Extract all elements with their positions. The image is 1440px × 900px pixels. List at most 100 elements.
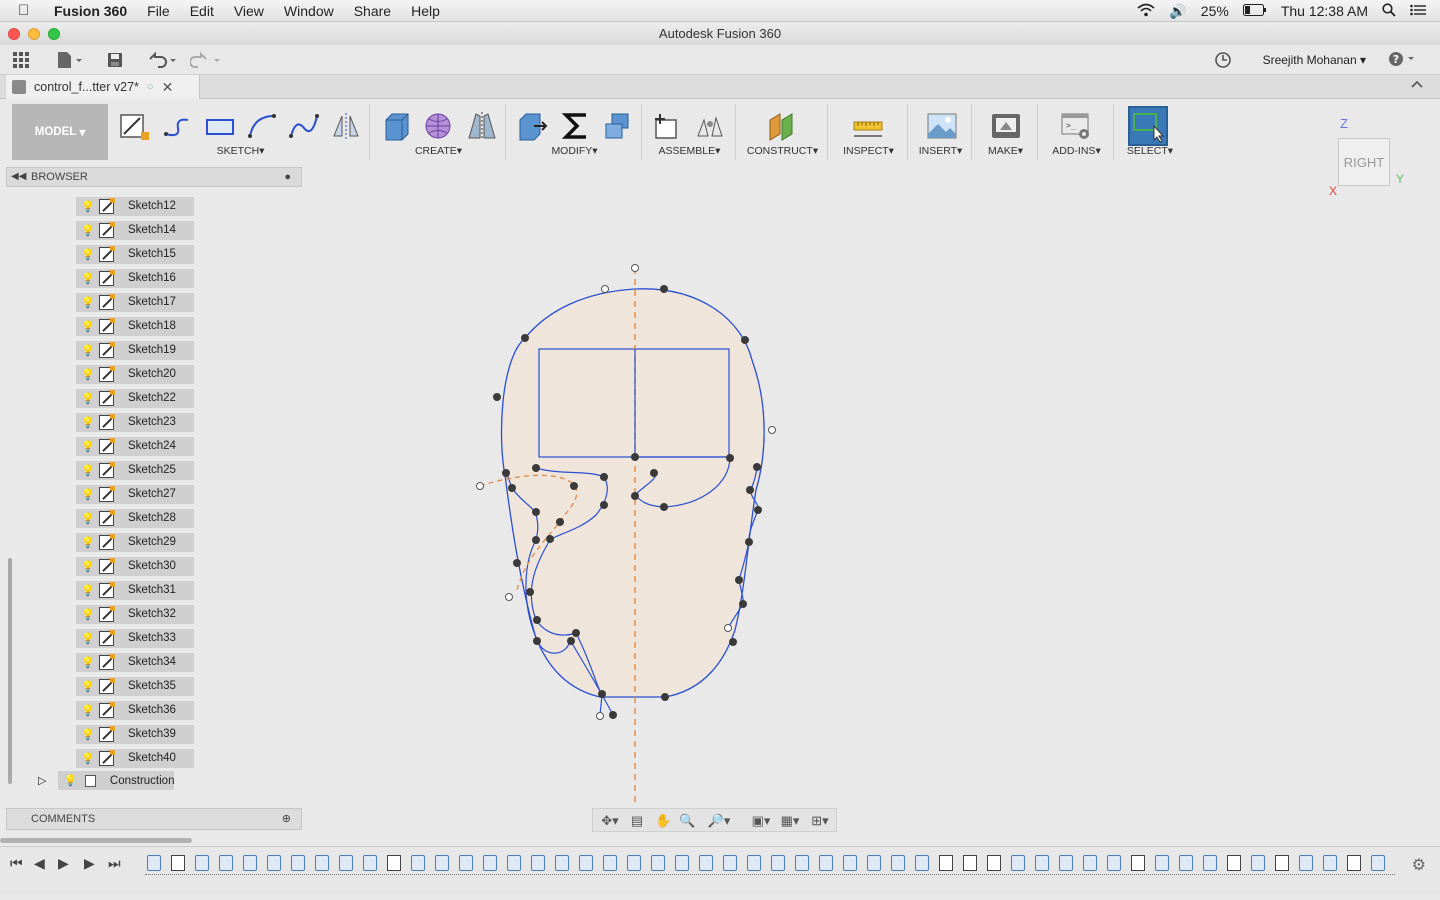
timeline-feature-body-icon[interactable] <box>147 855 161 871</box>
visibility-bulb-icon[interactable]: 💡 <box>81 704 95 717</box>
timeline-feature-extrude-icon[interactable] <box>867 855 881 871</box>
fit-zoom-window-icon[interactable]: 🔎▾ <box>705 813 733 829</box>
make-menu[interactable]: MAKE▾ <box>974 145 1037 157</box>
timeline-feature-extrude-icon[interactable] <box>363 855 377 871</box>
browser-item[interactable]: 💡 Sketch28 <box>76 506 194 530</box>
menu-file[interactable]: File <box>147 3 170 19</box>
expand-triangle-icon[interactable]: ▷ <box>38 774 46 787</box>
viewports-icon[interactable]: ⊞▾ <box>807 813 833 829</box>
visibility-bulb-icon[interactable]: 💡 <box>81 368 95 381</box>
volume-icon[interactable]: 🔊 <box>1169 3 1186 20</box>
scripts-and-add-ins-icon[interactable]: >_ <box>1060 110 1092 142</box>
3d-print-icon[interactable] <box>990 110 1022 142</box>
look-at-icon[interactable]: ▤ <box>629 813 645 829</box>
browser-item[interactable]: 💡 Sketch27 <box>76 482 194 506</box>
redo-icon[interactable] <box>189 51 222 69</box>
compute-all-sigma-icon[interactable] <box>560 110 592 142</box>
file-menu-icon[interactable] <box>56 51 84 69</box>
timeline-feature-extrude-icon[interactable] <box>483 855 497 871</box>
browser-item[interactable]: 💡 Sketch31 <box>76 578 194 602</box>
timeline-feature-extrude-icon[interactable] <box>1251 855 1265 871</box>
add-comment-icon[interactable]: ⊕ <box>282 809 291 829</box>
battery-icon[interactable] <box>1242 3 1267 19</box>
browser-item[interactable]: 💡 Sketch15 <box>76 242 194 266</box>
document-tab[interactable]: control_f...tter v27* ○ ✕ <box>6 75 200 99</box>
timeline-feature-sketch-icon[interactable] <box>387 855 401 871</box>
timeline-feature-extrude-icon[interactable] <box>1155 855 1169 871</box>
timeline-feature-extrude-icon[interactable] <box>1371 855 1385 871</box>
user-account-menu[interactable]: Sreejith Mohanan ▾ <box>1263 53 1366 67</box>
timeline-feature-extrude-icon[interactable] <box>243 855 257 871</box>
timeline-feature-extrude-icon[interactable] <box>459 855 473 871</box>
browser-item[interactable]: 💡 Sketch35 <box>76 674 194 698</box>
timeline-feature-strip[interactable] <box>145 853 1395 877</box>
browser-scrollbar[interactable] <box>8 558 12 784</box>
timeline-feature-extrude-icon[interactable] <box>531 855 545 871</box>
new-component-icon[interactable] <box>650 110 682 142</box>
timeline-feature-sketch-icon[interactable] <box>987 855 1001 871</box>
visibility-bulb-icon[interactable]: 💡 <box>81 728 95 741</box>
arc-tool-icon[interactable] <box>246 110 278 142</box>
browser-item[interactable]: 💡 Sketch25 <box>76 458 194 482</box>
data-panel-grid-icon[interactable] <box>12 51 30 69</box>
timeline-go-to-start-icon[interactable]: ⏮ <box>10 855 23 872</box>
visibility-bulb-icon[interactable]: 💡 <box>81 440 95 453</box>
timeline-feature-extrude-icon[interactable] <box>795 855 809 871</box>
browser-pin-minus-icon[interactable]: ● <box>284 168 291 186</box>
visibility-bulb-icon[interactable]: 💡 <box>81 632 95 645</box>
timeline-feature-extrude-icon[interactable] <box>1059 855 1073 871</box>
zoom-window-button[interactable] <box>48 28 60 40</box>
timeline-feature-extrude-icon[interactable] <box>819 855 833 871</box>
timeline-feature-sketch-icon[interactable] <box>171 855 185 871</box>
notification-center-icon[interactable] <box>1410 3 1426 19</box>
collapse-browser-icon[interactable]: ◀◀ <box>11 168 26 186</box>
visibility-bulb-icon[interactable]: 💡 <box>81 392 95 405</box>
create-mirror-icon[interactable] <box>466 110 498 142</box>
browser-item[interactable]: 💡 Sketch22 <box>76 386 194 410</box>
visibility-bulb-icon[interactable]: 💡 <box>81 248 95 261</box>
timeline-feature-extrude-icon[interactable] <box>267 855 281 871</box>
menu-window[interactable]: Window <box>284 3 334 19</box>
timeline-feature-extrude-icon[interactable] <box>723 855 737 871</box>
timeline-feature-extrude-icon[interactable] <box>627 855 641 871</box>
timeline-feature-extrude-icon[interactable] <box>411 855 425 871</box>
browser-item[interactable]: 💡 Sketch18 <box>76 314 194 338</box>
timeline-feature-extrude-icon[interactable] <box>1011 855 1025 871</box>
browser-item[interactable]: 💡 Sketch23 <box>76 410 194 434</box>
timeline-feature-extrude-icon[interactable] <box>1299 855 1313 871</box>
browser-item[interactable]: 💡 Sketch20 <box>76 362 194 386</box>
menu-view[interactable]: View <box>234 3 264 19</box>
insert-menu[interactable]: INSERT▾ <box>910 145 971 157</box>
add-ins-menu[interactable]: ADD-INS▾ <box>1040 145 1113 157</box>
timeline-play-icon[interactable]: ▶ <box>58 855 69 872</box>
construct-menu[interactable]: CONSTRUCT▾ <box>738 145 827 157</box>
create-form-icon[interactable] <box>422 110 454 142</box>
browser-item[interactable]: 💡 Sketch30 <box>76 554 194 578</box>
comments-panel-header[interactable]: COMMENTS ⊕ <box>6 808 302 830</box>
press-pull-icon[interactable] <box>516 110 548 142</box>
select-tool-button[interactable] <box>1128 106 1168 146</box>
offset-plane-icon[interactable] <box>766 110 798 142</box>
orbit-icon[interactable]: ✥▾ <box>599 813 621 829</box>
grid-settings-icon[interactable]: ▦▾ <box>779 813 801 829</box>
save-icon[interactable] <box>106 51 124 69</box>
browser-panel-header[interactable]: ◀◀ BROWSER ● <box>6 167 302 187</box>
timeline-feature-extrude-icon[interactable] <box>219 855 233 871</box>
timeline-feature-extrude-icon[interactable] <box>699 855 713 871</box>
visibility-bulb-icon[interactable]: 💡 <box>81 752 95 765</box>
timeline-feature-move-icon[interactable] <box>555 855 569 871</box>
timeline-feature-extrude-icon[interactable] <box>1203 855 1217 871</box>
visibility-bulb-icon[interactable]: 💡 <box>81 200 95 213</box>
timeline-feature-sketch-icon[interactable] <box>1227 855 1241 871</box>
timeline-feature-extrude-icon[interactable] <box>1323 855 1337 871</box>
browser-item[interactable]: 💡 Sketch16 <box>76 266 194 290</box>
timeline-feature-extrude-icon[interactable] <box>291 855 305 871</box>
timeline-feature-extrude-icon[interactable] <box>579 855 593 871</box>
browser-item[interactable]: 💡 Sketch32 <box>76 602 194 626</box>
line-tool-icon[interactable] <box>160 110 192 142</box>
timeline-feature-extrude-icon[interactable] <box>1035 855 1049 871</box>
insert-image-icon[interactable] <box>926 110 958 142</box>
visibility-bulb-icon[interactable]: 💡 <box>81 416 95 429</box>
browser-item[interactable]: 💡 Sketch29 <box>76 530 194 554</box>
timeline-feature-extrude-icon[interactable] <box>843 855 857 871</box>
